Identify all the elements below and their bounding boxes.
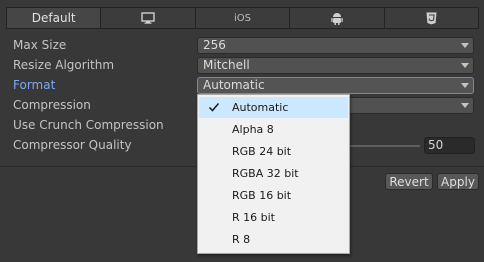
menu-item-rgba-32-bit[interactable]: RGBA 32 bit [199, 163, 348, 184]
menu-item-rgb-16-bit[interactable]: RGB 16 bit [199, 185, 348, 206]
android-icon [331, 12, 343, 25]
checkmark-icon [208, 103, 220, 112]
compression-label: Compression [13, 98, 91, 112]
menu-item-label: R 8 [232, 233, 251, 246]
compressor-quality-field[interactable]: 50 [424, 137, 475, 154]
menu-item-rgb-24-bit[interactable]: RGB 24 bit [199, 141, 348, 162]
tab-default[interactable]: Default [7, 8, 102, 28]
resize-algorithm-label: Resize Algorithm [13, 58, 115, 72]
menu-item-label: Automatic [232, 101, 289, 114]
use-crunch-label: Use Crunch Compression [13, 118, 164, 132]
menu-item-r-8[interactable]: R 8 [199, 229, 348, 250]
apply-button-label: Apply [441, 174, 475, 189]
menu-item-label: RGBA 32 bit [232, 167, 299, 180]
tab-ios-label: iOS [234, 12, 252, 24]
menu-item-r-16-bit[interactable]: R 16 bit [199, 207, 348, 228]
platform-tabs: Default iOS [6, 7, 479, 29]
chevron-down-icon [461, 43, 469, 48]
tab-webgl[interactable] [385, 8, 478, 28]
format-dropdown-menu: Automatic Alpha 8 RGB 24 bit RGBA 32 bit… [197, 94, 350, 254]
chevron-down-icon [461, 63, 469, 68]
resize-algorithm-value: Mitchell [203, 58, 250, 72]
apply-button[interactable]: Apply [437, 173, 479, 190]
format-value: Automatic [203, 78, 265, 92]
format-label: Format [13, 78, 56, 92]
chevron-down-icon [461, 83, 469, 88]
tab-default-label: Default [31, 11, 76, 25]
tab-ios[interactable]: iOS [196, 8, 291, 28]
format-dropdown[interactable]: Automatic [197, 77, 474, 94]
compressor-quality-value: 50 [428, 138, 444, 152]
max-size-label: Max Size [13, 38, 67, 52]
compressor-quality-label: Compressor Quality [13, 138, 132, 152]
menu-item-label: R 16 bit [232, 211, 275, 224]
compressor-quality-slider[interactable] [350, 145, 420, 147]
revert-button-label: Revert [389, 174, 429, 189]
menu-item-automatic[interactable]: Automatic [199, 97, 348, 118]
menu-item-label: RGB 24 bit [232, 145, 292, 158]
menu-item-label: RGB 16 bit [232, 189, 292, 202]
revert-button[interactable]: Revert [385, 173, 433, 190]
tab-standalone[interactable] [101, 8, 196, 28]
tab-android[interactable] [290, 8, 385, 28]
max-size-value: 256 [203, 38, 226, 52]
max-size-dropdown[interactable]: 256 [197, 37, 474, 54]
monitor-icon [141, 12, 155, 24]
html5-icon [426, 12, 437, 24]
menu-item-label: Alpha 8 [232, 123, 274, 136]
chevron-down-icon [461, 103, 469, 108]
resize-algorithm-dropdown[interactable]: Mitchell [197, 57, 474, 74]
menu-item-alpha-8[interactable]: Alpha 8 [199, 119, 348, 140]
